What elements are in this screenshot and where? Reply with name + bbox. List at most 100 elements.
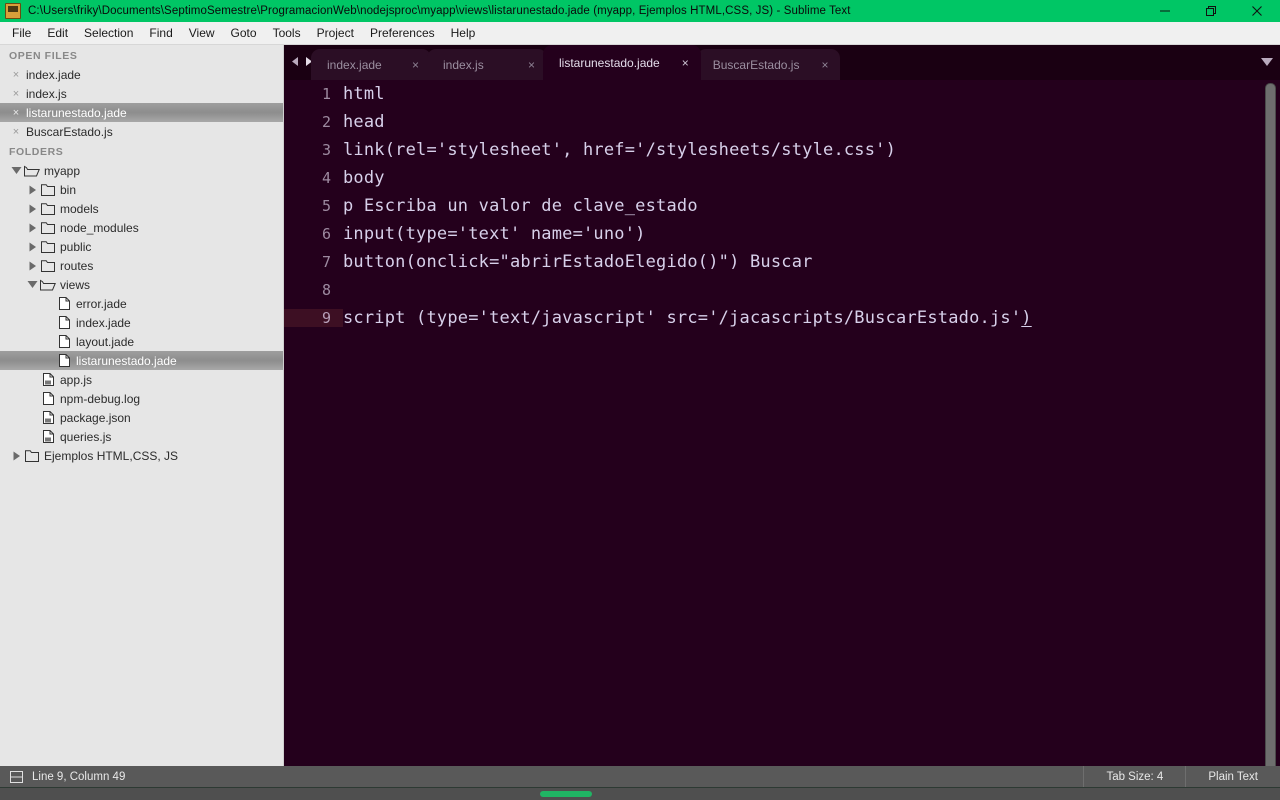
tree-item-label: public (60, 239, 92, 254)
code-line[interactable]: 4 body (284, 164, 1280, 192)
tab-bar: index.jade × index.js × listarunestado.jade ×… (284, 45, 1280, 80)
close-icon[interactable]: × (9, 88, 23, 100)
open-file-item[interactable]: × index.js (0, 84, 283, 103)
maximize-button[interactable] (1188, 0, 1234, 22)
chevron-down-icon[interactable] (9, 166, 23, 175)
chevron-right-icon[interactable] (9, 451, 23, 461)
open-files-header: OPEN FILES (9, 50, 78, 62)
chevron-right-icon[interactable] (25, 185, 39, 195)
line-number: 1 (321, 85, 331, 103)
chevron-right-icon[interactable] (25, 204, 39, 214)
file-icon (55, 316, 73, 329)
tab-close-icon[interactable]: × (528, 58, 541, 72)
chevron-left-icon[interactable] (290, 56, 300, 67)
tree-folder-item[interactable]: public (0, 237, 283, 256)
editor-tab[interactable]: listarunestado.jade × (543, 45, 701, 80)
tab-close-icon[interactable]: × (821, 58, 834, 72)
line-number: 9 (284, 309, 343, 327)
tree-item-label: npm-debug.log (60, 391, 141, 406)
file-icon (39, 392, 57, 405)
menu-view[interactable]: View (181, 23, 223, 43)
code-line[interactable]: 7 button(onclick="abrirEstadoElegido()") … (284, 248, 1280, 276)
chevron-down-icon[interactable] (25, 280, 39, 289)
menu-edit[interactable]: Edit (39, 23, 76, 43)
menu-selection[interactable]: Selection (76, 23, 141, 43)
sublime-text-icon (5, 3, 21, 19)
editor-tab[interactable]: BuscarEstado.js × (696, 49, 841, 80)
open-file-item[interactable]: × BuscarEstado.js (0, 122, 283, 141)
tree-folder-item[interactable]: views (0, 275, 283, 294)
tree-file-item[interactable]: index.jade (0, 313, 283, 332)
editor-tab[interactable]: index.jade × (311, 49, 431, 80)
tree-folder-item[interactable]: routes (0, 256, 283, 275)
line-number: 3 (321, 141, 331, 159)
chevron-right-icon[interactable] (25, 261, 39, 271)
tree-item-label: queries.js (60, 429, 112, 444)
open-file-item[interactable]: × listarunestado.jade (0, 103, 283, 122)
matching-bracket: ) (1021, 308, 1032, 328)
sidebar-scrollbar[interactable] (272, 45, 283, 778)
editor-tab[interactable]: index.js × (427, 49, 547, 80)
tree-file-item[interactable]: layout.jade (0, 332, 283, 351)
chevron-right-icon[interactable] (25, 223, 39, 233)
close-icon[interactable]: × (9, 107, 23, 119)
open-file-item[interactable]: × index.jade (0, 65, 283, 84)
tab-close-icon[interactable]: × (412, 58, 425, 72)
tree-folder-item[interactable]: node_modules (0, 218, 283, 237)
tab-close-icon[interactable]: × (682, 56, 695, 70)
tree-file-item[interactable]: listarunestado.jade (0, 351, 283, 370)
tab-size-status[interactable]: Tab Size: 4 (1083, 766, 1185, 788)
syntax-status[interactable]: Plain Text (1185, 766, 1280, 788)
horizontal-scrollbar[interactable] (540, 791, 592, 797)
menu-help[interactable]: Help (443, 23, 484, 43)
menu-goto[interactable]: Goto (223, 23, 265, 43)
menu-tools[interactable]: Tools (265, 23, 309, 43)
file-code-icon (39, 430, 57, 443)
close-icon[interactable]: × (9, 69, 23, 81)
tree-file-item[interactable]: npm-debug.log (0, 389, 283, 408)
tree-item-label: package.json (60, 410, 131, 425)
tabs-container: index.jade × index.js × listarunestado.jade ×… (311, 45, 841, 80)
minimize-button[interactable] (1142, 0, 1188, 22)
tree-file-item[interactable]: queries.js (0, 427, 283, 446)
menu-find[interactable]: Find (141, 23, 180, 43)
code-line[interactable]: 2 head (284, 108, 1280, 136)
tree-folder-item[interactable]: models (0, 199, 283, 218)
tree-item-label: views (60, 277, 91, 292)
code-line[interactable]: 9 script (type='text/javascript' src='/ja… (284, 304, 1280, 332)
folder-open-icon (23, 165, 41, 177)
folder-icon (39, 221, 57, 234)
tree-folder-item[interactable]: myapp (0, 161, 283, 180)
tree-item-label: listarunestado.jade (76, 353, 177, 368)
code-line[interactable]: 6 input(type='text' name='uno') (284, 220, 1280, 248)
code-line[interactable]: 1 html (284, 80, 1280, 108)
editor-vertical-scrollbar[interactable] (1265, 83, 1276, 773)
code-line[interactable]: 3 link(rel='stylesheet', href='/styleshee… (284, 136, 1280, 164)
close-button[interactable] (1234, 0, 1280, 22)
open-files-list: × index.jade × index.js × listarunestado.jade… (0, 65, 283, 141)
code-line[interactable]: 8 (284, 276, 1280, 304)
tree-item-label: layout.jade (76, 334, 135, 349)
menu-preferences[interactable]: Preferences (362, 23, 443, 43)
code-area[interactable]: 1 html 2 head 3 link(rel='stylesheet', href='… (284, 80, 1280, 778)
tab-label: index.jade (327, 57, 382, 72)
sidebar: OPEN FILES × index.jade × index.js × listarun… (0, 45, 284, 778)
tree-item-label: index.jade (76, 315, 131, 330)
menu-file[interactable]: File (4, 23, 39, 43)
chevron-down-icon[interactable] (1260, 57, 1274, 67)
menu-project[interactable]: Project (309, 23, 362, 43)
side-panel-icon[interactable] (10, 771, 23, 783)
tree-file-item[interactable]: package.json (0, 408, 283, 427)
open-file-label: listarunestado.jade (26, 105, 127, 120)
folder-icon (39, 259, 57, 272)
tree-file-item[interactable]: error.jade (0, 294, 283, 313)
chevron-right-icon[interactable] (25, 242, 39, 252)
cursor-position: Line 9, Column 49 (32, 771, 126, 783)
tree-folder-item[interactable]: bin (0, 180, 283, 199)
tree-folder-item[interactable]: Ejemplos HTML,CSS, JS (0, 446, 283, 465)
line-number: 5 (321, 197, 331, 215)
editor-pane: index.jade × index.js × listarunestado.jade ×… (284, 45, 1280, 778)
tree-file-item[interactable]: app.js (0, 370, 283, 389)
close-icon[interactable]: × (9, 126, 23, 138)
code-line[interactable]: 5 p Escriba un valor de clave_estado (284, 192, 1280, 220)
